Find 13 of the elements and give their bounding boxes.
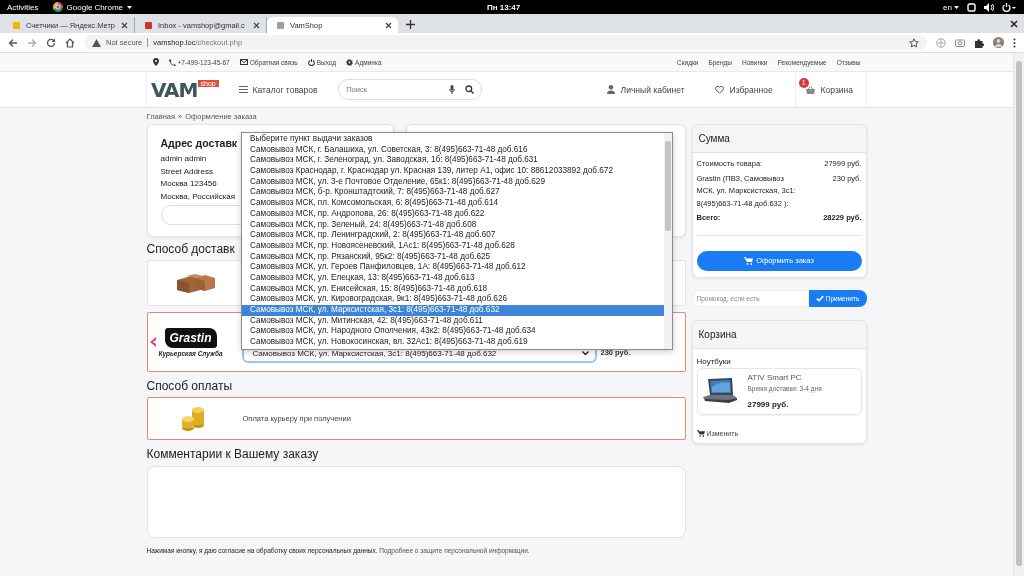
address-line: Москва 123456	[160, 178, 217, 190]
card-header: Сумма	[692, 125, 866, 153]
address-title: Адрес доставк	[160, 137, 238, 149]
logo-text: Grastin	[164, 327, 217, 348]
section-heading: Способ доставк	[146, 241, 235, 257]
product-price: 27999 руб.	[747, 399, 790, 409]
category-title: Ноутбуки	[696, 356, 732, 366]
address-line: admin admin	[160, 153, 207, 165]
address-line: Street Address	[160, 165, 213, 178]
address-line: Москва, Российская	[160, 190, 236, 203]
card-header: Корзина	[692, 320, 866, 349]
section-heading: Комментарии к Вашему заказу	[146, 446, 319, 462]
section-heading: Способ оплаты	[146, 378, 233, 394]
